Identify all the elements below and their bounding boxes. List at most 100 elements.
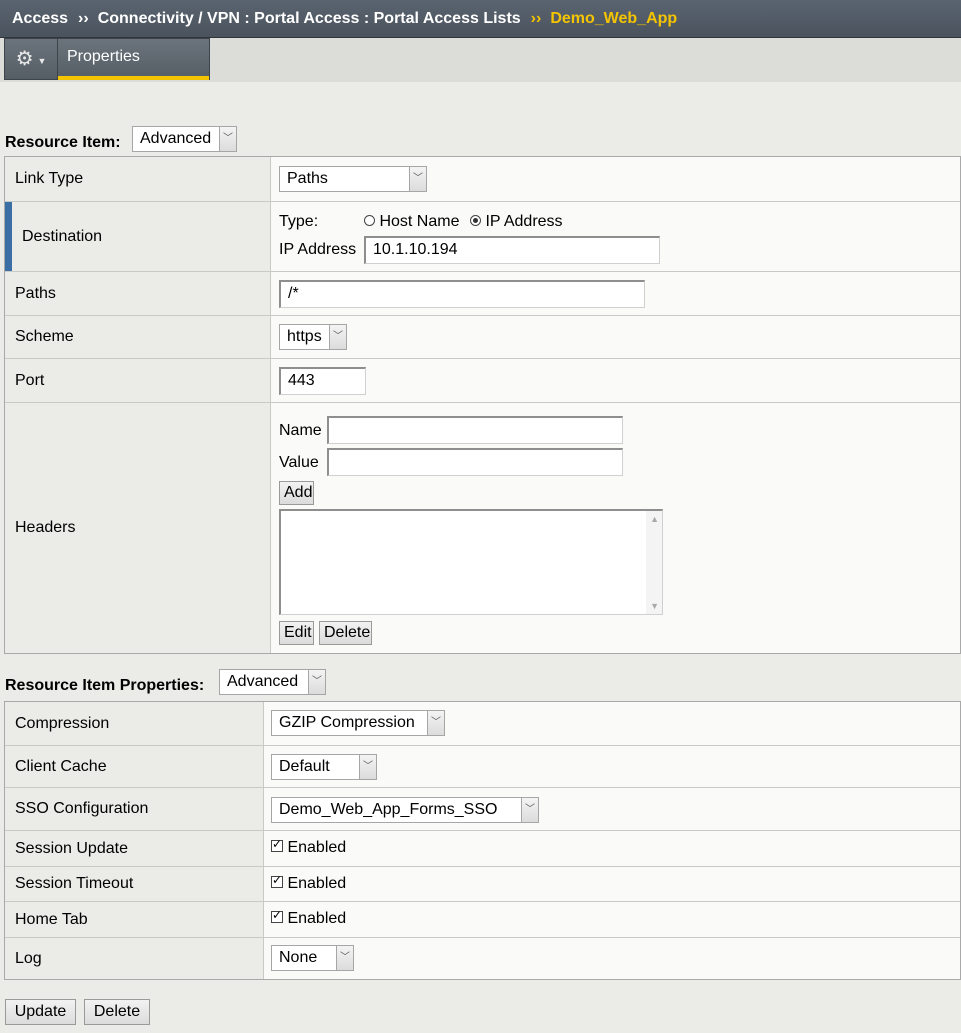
delete-button[interactable]: Delete	[84, 999, 150, 1025]
log-label: Log	[5, 938, 264, 979]
row-destination: Destination Type: Host Name IP Address I…	[5, 201, 960, 271]
resource-item-properties-mode-value: Advanced	[227, 673, 299, 690]
paths-input[interactable]: /*	[279, 280, 645, 308]
checkbox-icon[interactable]	[271, 873, 283, 889]
sso-configuration-value: Demo_Web_App_Forms_SSO	[279, 801, 498, 818]
chevron-down-icon: ﹀	[336, 946, 353, 970]
scheme-select[interactable]: https ﹀	[279, 324, 347, 350]
header-add-button[interactable]: Add	[279, 481, 314, 505]
compression-value: GZIP Compression	[279, 714, 415, 731]
breadcrumb-separator-current: ››	[530, 9, 542, 27]
client-cache-select[interactable]: Default ﹀	[271, 754, 377, 780]
row-scheme: Scheme https ﹀	[5, 315, 960, 358]
home-tab-label: Home Tab	[5, 902, 264, 937]
destination-label-text: Destination	[22, 227, 103, 245]
breadcrumb-item-access[interactable]: Access	[12, 10, 68, 28]
chevron-down-icon: ﹀	[427, 711, 444, 735]
session-timeout-checkbox[interactable]: Enabled	[271, 873, 347, 893]
chevron-down-icon: ﹀	[219, 127, 236, 151]
log-select[interactable]: None ﹀	[271, 945, 354, 971]
tab-bar: ⚙ ▼ Properties	[0, 38, 961, 82]
chevron-down-icon: ﹀	[521, 798, 538, 822]
session-timeout-checkbox-label: Enabled	[287, 875, 347, 892]
headers-list-scrollbar[interactable]: ▲ ▼	[646, 511, 662, 614]
header-edit-button[interactable]: Edit	[279, 621, 314, 645]
row-port: Port 443	[5, 358, 960, 402]
destination-type-label: Type:	[279, 213, 319, 230]
home-tab-checkbox-label: Enabled	[287, 910, 347, 927]
header-delete-button[interactable]: Delete	[319, 621, 372, 645]
radio-host-name[interactable]	[364, 214, 375, 226]
ip-address-input[interactable]: 10.1.10.194	[364, 236, 660, 264]
paths-label: Paths	[5, 272, 271, 315]
update-button[interactable]: Update	[5, 999, 76, 1025]
row-compression: Compression GZIP Compression ﹀	[5, 702, 960, 745]
scroll-up-icon[interactable]: ▲	[650, 514, 659, 524]
breadcrumb-current: Demo_Web_App	[550, 9, 678, 27]
row-client-cache: Client Cache Default ﹀	[5, 745, 960, 787]
destination-option-ip[interactable]: IP Address	[470, 213, 563, 231]
headers-list[interactable]: ▲ ▼	[279, 509, 663, 615]
resource-item-table: Link Type Paths ﹀ Destination Type: Host…	[4, 156, 961, 654]
home-tab-checkbox[interactable]: Enabled	[271, 908, 347, 928]
chevron-down-icon: ﹀	[308, 670, 325, 694]
breadcrumb-item-portal-access-lists[interactable]: Connectivity / VPN : Portal Access : Por…	[98, 10, 521, 28]
resource-item-properties-mode-select[interactable]: Advanced ﹀	[219, 669, 326, 695]
compression-select[interactable]: GZIP Compression ﹀	[271, 710, 445, 736]
destination-marker	[5, 202, 12, 271]
resource-item-properties-label: Resource Item Properties:	[5, 677, 205, 694]
link-type-select[interactable]: Paths ﹀	[279, 166, 427, 192]
chevron-down-icon: ﹀	[359, 755, 376, 779]
compression-label: Compression	[5, 702, 264, 745]
link-type-value: Paths	[287, 170, 328, 187]
header-name-label: Name	[279, 422, 322, 439]
checkbox-icon[interactable]	[271, 837, 283, 853]
header-name-input[interactable]	[327, 416, 623, 444]
row-sso-configuration: SSO Configuration Demo_Web_App_Forms_SSO…	[5, 787, 960, 830]
scheme-value: https	[287, 328, 322, 345]
radio-host-name-label: Host Name	[379, 213, 460, 230]
session-timeout-label: Session Timeout	[5, 867, 264, 901]
radio-ip-address[interactable]	[470, 214, 481, 226]
tab-properties[interactable]: Properties	[58, 38, 210, 80]
row-session-timeout: Session Timeout Enabled	[5, 866, 960, 901]
row-home-tab: Home Tab Enabled	[5, 901, 960, 937]
row-headers: Headers Name Value Add ▲ ▼ Edit Delete	[5, 402, 960, 653]
checkbox-icon[interactable]	[271, 908, 283, 924]
session-update-label: Session Update	[5, 831, 264, 866]
headers-label: Headers	[5, 403, 271, 653]
row-paths: Paths /*	[5, 271, 960, 315]
chevron-down-icon: ▼	[37, 55, 47, 66]
resource-item-properties-table: Compression GZIP Compression ﹀ Client Ca…	[4, 701, 961, 980]
destination-option-host[interactable]: Host Name	[364, 213, 459, 231]
breadcrumb-separator: ››	[78, 9, 89, 27]
scheme-label: Scheme	[5, 316, 271, 358]
tab-properties-label: Properties	[67, 48, 140, 65]
header-value-label: Value	[279, 454, 319, 471]
active-tab-indicator	[58, 76, 209, 80]
log-value: None	[279, 949, 318, 966]
port-label: Port	[5, 359, 271, 402]
port-input[interactable]: 443	[279, 367, 366, 395]
link-type-label: Link Type	[5, 157, 271, 201]
gear-icon: ⚙	[15, 48, 34, 70]
row-log: Log None ﹀	[5, 937, 960, 979]
resource-item-mode-value: Advanced	[140, 130, 212, 147]
sso-configuration-label: SSO Configuration	[5, 788, 264, 830]
header-value-input[interactable]	[327, 448, 623, 476]
chevron-down-icon: ﹀	[409, 167, 426, 191]
session-update-checkbox-label: Enabled	[287, 839, 347, 856]
ip-address-label: IP Address	[279, 241, 357, 258]
resource-item-mode-select[interactable]: Advanced ﹀	[132, 126, 237, 152]
gear-menu-button[interactable]: ⚙ ▼	[4, 38, 58, 80]
session-update-checkbox[interactable]: Enabled	[271, 837, 347, 857]
row-link-type: Link Type Paths ﹀	[5, 157, 960, 201]
resource-item-label: Resource Item:	[5, 134, 121, 151]
client-cache-label: Client Cache	[5, 746, 264, 787]
sso-configuration-select[interactable]: Demo_Web_App_Forms_SSO ﹀	[271, 797, 539, 823]
chevron-down-icon: ﹀	[329, 325, 346, 349]
client-cache-value: Default	[279, 758, 330, 775]
radio-ip-address-label: IP Address	[485, 213, 563, 230]
scroll-down-icon[interactable]: ▼	[650, 601, 659, 611]
destination-label: Destination	[5, 202, 271, 271]
